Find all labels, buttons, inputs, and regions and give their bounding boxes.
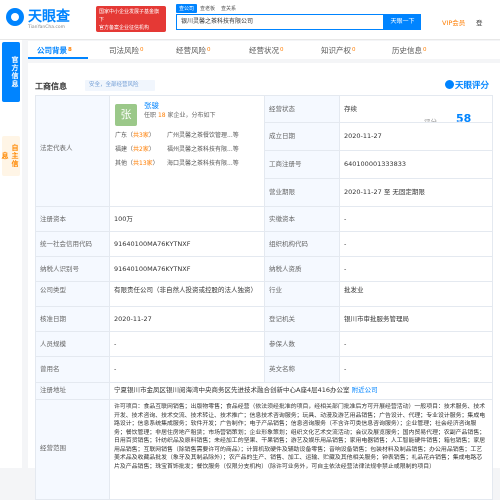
legal-rep-label: 法定代表人 — [35, 95, 110, 207]
row-label: 行业 — [265, 282, 340, 307]
tab-ip[interactable]: 知识产权0 — [321, 45, 356, 56]
tab-background[interactable]: 公司背景8 — [37, 45, 72, 56]
business-info-panel: 工商信息 安全，全部经营风险 天眼评分 法定代表人 张 张骏 任职 18 家企业… — [28, 63, 500, 500]
eye-brand-icon — [445, 80, 454, 89]
row-label: 人员规模 — [35, 332, 110, 357]
row-label: 公司类型 — [35, 282, 110, 307]
tab-label: 知识产权 — [321, 46, 351, 55]
active-tab-underline — [28, 57, 88, 59]
row-value: - — [340, 357, 493, 383]
status-label: 经营状态 — [265, 95, 340, 123]
search-input[interactable]: 银川灵馨之茶科技有限公司 — [176, 14, 384, 30]
tab-label: 历史信息 — [392, 46, 422, 55]
search-tab-relation[interactable]: 查关系 — [218, 4, 239, 13]
eye-logo-icon — [6, 8, 24, 26]
row-label: 曾用名 — [35, 357, 110, 383]
row-value: 91640100MA76KYTNXF — [110, 232, 265, 257]
row-label: 纳税人识别号 — [35, 257, 110, 282]
tab-label: 经营状况 — [249, 46, 279, 55]
address-text: 宁夏银川市金凤区银川阅海湾中央商务区先进技术融合创新中心A座4层416办公室 — [114, 386, 350, 394]
holding-row[interactable]: 福建（共2家） 福州灵馨之茶科技有限...等 — [115, 146, 239, 154]
tab-count: 0 — [423, 47, 427, 53]
term-value: 2020-11-27 至 无固定期限 — [340, 179, 493, 207]
tab-business-risk[interactable]: 经营风险0 — [176, 45, 211, 56]
row-value: - — [340, 332, 493, 357]
search-button[interactable]: 天眼一下 — [384, 14, 421, 30]
legal-rep-cell: 张 张骏 任职 18 家企业，分布如下 广东（共3家） 广州灵馨之茶餐饮管理...… — [110, 95, 265, 207]
row-value: 2020-11-27 — [110, 307, 265, 332]
tab-count: 0 — [207, 47, 211, 53]
info-table: 法定代表人 张 张骏 任职 18 家企业，分布如下 广东（共3家） 广州灵馨之茶餐… — [35, 95, 493, 500]
login-link[interactable]: 登 — [476, 17, 483, 27]
avatar[interactable]: 张 — [115, 104, 137, 126]
tab-count: 0 — [280, 47, 284, 53]
address-label: 注册地址 — [35, 383, 110, 400]
vip-link[interactable]: VIP会员 — [442, 17, 465, 27]
logo-name: 天眼查 — [28, 9, 70, 25]
row-label: 纳税人资质 — [265, 257, 340, 282]
legal-rep-summary: 任职 18 家企业，分布如下 — [144, 112, 216, 119]
nearby-companies-link[interactable]: 附近公司 — [352, 386, 378, 394]
row-label: 注册资本 — [35, 207, 110, 232]
holding-row[interactable]: 广东（共3家） 广州灵馨之茶餐饮管理...等 — [115, 132, 239, 140]
side-tab-official[interactable]: 官方信息 — [2, 42, 20, 102]
row-label: 英文名称 — [265, 357, 340, 383]
status-value: 存续 评分 58 — [340, 95, 493, 123]
row-label: 统一社会信用代码 — [35, 232, 110, 257]
logo-url: TianYanCha.com — [28, 25, 66, 30]
row-value: 100万 — [110, 207, 265, 232]
promo-banner[interactable]: 国家中小企业发展子基金旗下 官方备案企业征信机构 — [96, 6, 166, 32]
term-label: 营业期限 — [265, 179, 340, 207]
safety-badge[interactable]: 安全，全部经营风险 — [85, 80, 155, 91]
tab-legal-risk[interactable]: 司法风险0 — [109, 45, 144, 56]
row-label: 登记机关 — [265, 307, 340, 332]
panel-title: 工商信息 — [35, 82, 67, 91]
row-value: - — [340, 207, 493, 232]
tab-count: 0 — [352, 47, 356, 53]
row-label: 实缴资本 — [265, 207, 340, 232]
side-tab-self[interactable]: 自主信息 — [1, 136, 20, 176]
legal-rep-name[interactable]: 张骏 — [144, 102, 159, 110]
section-nav: 公司背景8 司法风险0 经营风险0 经营状况0 知识产权0 历史信息0 — [28, 41, 500, 59]
row-value: - — [110, 332, 265, 357]
row-value: 批发业 — [340, 282, 493, 307]
tab-count: 8 — [68, 47, 72, 53]
tab-history[interactable]: 历史信息0 — [392, 45, 427, 56]
reg-no-value: 640100001333833 — [340, 151, 493, 179]
search-tab-company[interactable]: 查公司 — [176, 4, 198, 13]
site-logo[interactable]: 天眼查 TianYanCha.com — [6, 6, 96, 34]
scope-label: 经营范围 — [35, 400, 110, 500]
row-value: 银川市审批服务管理局 — [340, 307, 493, 332]
side-tabs: 官方信息 自主信息 — [0, 40, 22, 468]
banner-line-1: 国家中小企业发展子基金旗下 — [99, 9, 160, 23]
search-type-tabs: 查公司 查老板 查关系 — [176, 4, 239, 13]
scope-value: 许可项目：食品互联网销售；出版物零售；食品经营（依法须经批准的项目，经相关部门批… — [110, 400, 493, 500]
score-widget[interactable]: 评分 58 — [422, 102, 492, 122]
top-bar: 天眼查 TianYanCha.com 国家中小企业发展子基金旗下 官方备案企业征… — [0, 0, 500, 40]
tab-operations[interactable]: 经营状况0 — [249, 45, 284, 56]
brand-logo: 天眼评分 — [445, 79, 489, 91]
row-label: 核准日期 — [35, 307, 110, 332]
row-value: - — [340, 257, 493, 282]
row-label: 参保人数 — [265, 332, 340, 357]
row-label: 组织机构代码 — [265, 232, 340, 257]
banner-line-2: 官方备案企业征信机构 — [99, 25, 150, 31]
address-value: 宁夏银川市金凤区银川阅海湾中央商务区先进技术融合创新中心A座4层416办公室 附… — [110, 383, 493, 400]
tab-label: 司法风险 — [109, 46, 139, 55]
reg-no-label: 工商注册号 — [265, 151, 340, 179]
search-tab-boss[interactable]: 查老板 — [197, 4, 218, 13]
holding-row[interactable]: 其他（共13家） 海口灵馨之茶科技有限...等 — [115, 160, 239, 168]
row-value: 有限责任公司（非自然人投资或控股的法人独资） — [110, 282, 265, 307]
row-value: - — [340, 232, 493, 257]
founded-value: 2020-11-27 — [340, 123, 493, 151]
row-value: 91640100MA76KYTNXF — [110, 257, 265, 282]
founded-label: 成立日期 — [265, 123, 340, 151]
tab-label: 经营风险 — [176, 46, 206, 55]
row-value: - — [110, 357, 265, 383]
brand-text: 天眼评分 — [455, 81, 490, 91]
tab-label: 公司背景 — [37, 46, 67, 55]
tab-count: 0 — [140, 47, 144, 53]
